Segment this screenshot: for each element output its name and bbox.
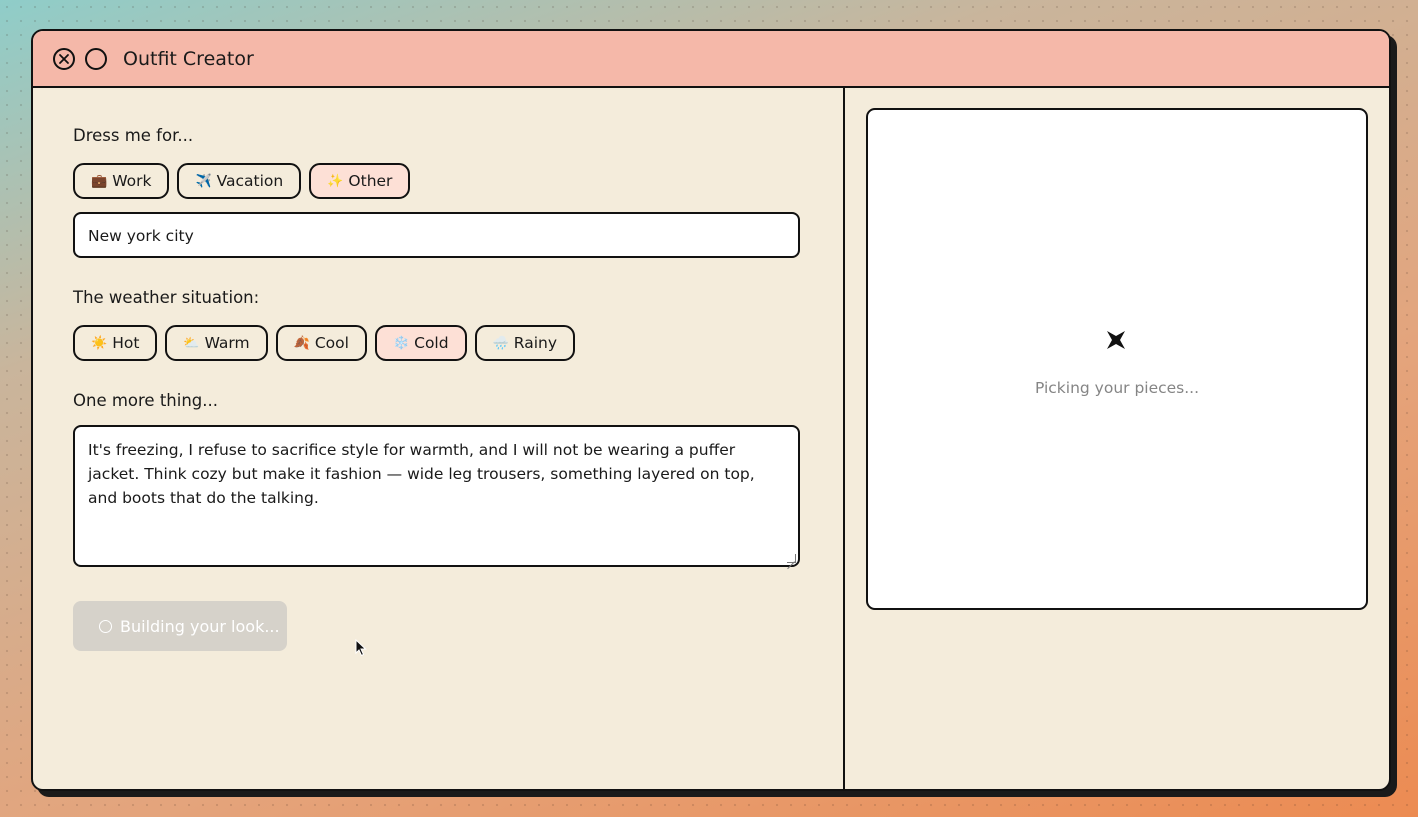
notes-label: One more thing... bbox=[73, 391, 219, 410]
weather-chip-cold[interactable]: ❄️ Cold bbox=[374, 325, 467, 361]
mouse-cursor-icon bbox=[355, 639, 367, 657]
weather-chip-rainy[interactable]: 🌧️ Rainy bbox=[474, 325, 575, 361]
snowflake-icon: ❄️ bbox=[392, 335, 410, 351]
outfit-creator-window: Outfit Creator Dress me for... 💼 Work ✈️… bbox=[31, 29, 1391, 791]
weather-chip-warm[interactable]: ⛅ Warm bbox=[165, 325, 268, 361]
build-button-label: Building your look... bbox=[120, 616, 280, 636]
sun-icon: ☀️ bbox=[91, 335, 108, 351]
occasion-chip-work[interactable]: 💼 Work bbox=[73, 163, 170, 199]
leaf-icon: 🍂 bbox=[293, 335, 310, 351]
preview-panel: Picking your pieces... bbox=[845, 88, 1389, 789]
occasion-label: Dress me for... bbox=[73, 126, 194, 145]
window-title: Outfit Creator bbox=[123, 47, 254, 70]
chip-label: Work bbox=[112, 172, 152, 190]
notes-textarea[interactable]: It's freezing, I refuse to sacrifice sty… bbox=[73, 425, 800, 567]
weather-label: The weather situation: bbox=[73, 288, 260, 307]
build-look-button[interactable]: Building your look... bbox=[73, 601, 287, 651]
chip-label: Vacation bbox=[216, 172, 284, 190]
occasion-chip-other[interactable]: ✨ Other bbox=[309, 163, 411, 199]
occasion-chip-vacation[interactable]: ✈️ Vacation bbox=[177, 163, 302, 199]
chip-label: Cold bbox=[414, 334, 449, 352]
chip-label: Cool bbox=[314, 334, 349, 352]
sparkles-icon: ✨ bbox=[327, 173, 344, 189]
weather-options: ☀️ Hot ⛅ Warm 🍂 Cool ❄️ Cold 🌧️ Rainy bbox=[73, 325, 575, 361]
weather-chip-hot[interactable]: ☀️ Hot bbox=[73, 325, 158, 361]
chip-label: Hot bbox=[112, 334, 140, 352]
sun-cloud-icon: ⛅ bbox=[183, 335, 200, 351]
rain-cloud-icon: 🌧️ bbox=[492, 335, 509, 351]
title-bar: Outfit Creator bbox=[33, 31, 1389, 88]
chip-label: Rainy bbox=[513, 334, 557, 352]
weather-chip-cool[interactable]: 🍂 Cool bbox=[275, 325, 367, 361]
chip-label: Warm bbox=[204, 334, 250, 352]
resize-handle-icon[interactable] bbox=[787, 554, 796, 563]
briefcase-icon: 💼 bbox=[91, 173, 108, 189]
notes-text: It's freezing, I refuse to sacrifice sty… bbox=[88, 441, 755, 507]
loading-spinner-icon bbox=[99, 619, 112, 633]
occasion-options: 💼 Work ✈️ Vacation ✨ Other bbox=[73, 163, 411, 199]
airplane-icon: ✈️ bbox=[195, 173, 212, 189]
minimize-circle-icon[interactable] bbox=[85, 47, 107, 70]
outfit-preview: Picking your pieces... bbox=[866, 108, 1368, 610]
form-panel: Dress me for... 💼 Work ✈️ Vacation ✨ Oth… bbox=[33, 88, 845, 789]
chip-label: Other bbox=[348, 172, 393, 190]
sparkle-icon bbox=[1107, 331, 1125, 349]
occasion-custom-input[interactable]: New york city bbox=[73, 212, 800, 258]
close-icon[interactable] bbox=[53, 47, 75, 70]
preview-status: Picking your pieces... bbox=[1034, 379, 1200, 397]
